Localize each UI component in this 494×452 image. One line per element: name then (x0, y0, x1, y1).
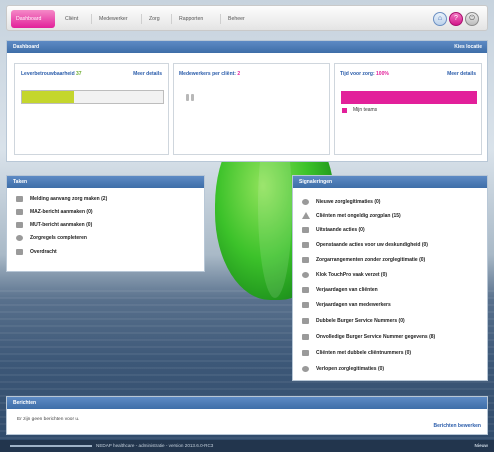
task-item[interactable]: Overdracht (7, 246, 204, 258)
signal-item[interactable]: Klok TouchPro vaak verzet (0) (293, 269, 487, 281)
task-item[interactable]: MUT-bericht aanmaken (0) (7, 219, 204, 231)
legend-swatch (342, 108, 347, 113)
id-card-icon (302, 334, 309, 340)
clock-icon (302, 272, 309, 278)
signal-item[interactable]: Verjaardagen van cliënten (293, 284, 487, 296)
leverbetrouwbaarheid-progress-fill (22, 91, 75, 103)
tijd-voor-zorg-label: Tijd voor zorg: 100% (340, 71, 389, 77)
footer-version: NEDAP healthcare - administratie - versi… (96, 443, 214, 448)
signal-item[interactable]: Openstaande acties voor uw deskundigheid… (293, 239, 487, 251)
signal-item[interactable]: Cliënten met ongeldig zorgplan (15) (293, 210, 487, 222)
tab-separator (171, 14, 172, 24)
people-icon (302, 257, 309, 263)
leverbetrouwbaarheid-widget: Leverbetrouwbaarheid 37 Meer details (14, 63, 169, 155)
berichten-bewerken-link[interactable]: Berichten bewerken (433, 423, 481, 429)
footer-bar: NEDAP healthcare - administratie - versi… (0, 440, 494, 452)
person-icon (302, 350, 309, 356)
signal-item[interactable]: Cliënten met dubbele cliëntnummers (0) (293, 347, 487, 359)
tijd-voor-zorg-progress-fill (341, 91, 477, 104)
printer-icon (16, 196, 23, 202)
tab-separator (91, 14, 92, 24)
taken-panel: Taken Melding aanvang zorg maken (2) MAZ… (6, 175, 205, 272)
taken-header: Taken (7, 176, 204, 188)
legend-label: Mijn teams (353, 107, 378, 113)
signal-item[interactable]: Zorgarrangementen zonder zorglegitimatie… (293, 254, 487, 266)
warning-icon (302, 212, 310, 219)
signal-item[interactable]: Verlopen zorglegitimaties (0) (293, 363, 487, 375)
signal-item[interactable]: Verjaardagen van medewerkers (293, 299, 487, 311)
leverbetrouwbaarheid-details-link[interactable]: Meer details (133, 71, 162, 77)
person-icon (186, 94, 189, 101)
dashboard-title: Dashboard (13, 44, 40, 50)
tijd-voor-zorg-progress-track (341, 91, 477, 104)
leverbetrouwbaarheid-label: Leverbetrouwbaarheid 37 (21, 71, 82, 77)
help-icon[interactable]: ? (449, 12, 463, 26)
tijd-voor-zorg-value: 100% (376, 71, 389, 77)
tab-client[interactable]: Cliënt (60, 10, 83, 28)
tab-separator (141, 14, 142, 24)
berichten-header: Berichten (7, 397, 487, 409)
tab-medewerker[interactable]: Medewerker (94, 10, 133, 28)
task-item[interactable]: Zorgregels completeren (7, 232, 204, 244)
tab-beheer[interactable]: Beheer (223, 10, 250, 28)
dashboard-panel: Dashboard Kies locatie Leverbetrouwbaarh… (6, 40, 488, 162)
circle-icon (16, 235, 23, 241)
circle-icon (302, 199, 309, 205)
top-nav: Dashboard Cliënt Medewerker Zorg Rapport… (6, 5, 488, 31)
signal-item[interactable]: Uitstaande acties (0) (293, 224, 487, 236)
list-icon (302, 227, 309, 233)
medewerkers-label: Medewerkers per cliënt: 2 (179, 71, 241, 77)
id-card-icon (302, 318, 309, 324)
document-icon (16, 222, 23, 228)
cake-icon (302, 302, 309, 308)
tab-zorg[interactable]: Zorg (144, 10, 165, 28)
leverbetrouwbaarheid-value: 37 (76, 71, 82, 77)
footer-nieuw-link[interactable]: Nieuw (474, 440, 488, 452)
signaleringen-panel: Signaleringen Nieuwe zorglegitimaties (0… (292, 175, 488, 381)
cake-icon (302, 287, 309, 293)
tab-dashboard[interactable]: Dashboard (11, 10, 55, 28)
nedap-logo-icon (10, 445, 92, 447)
tab-rapporten[interactable]: Rapporten (174, 10, 208, 28)
leverbetrouwbaarheid-progress-track (21, 90, 164, 104)
signal-item[interactable]: Nieuwe zorglegitimaties (0) (293, 196, 487, 208)
signal-item[interactable]: Onvolledige Burger Service Nummer gegeve… (293, 331, 487, 343)
signal-item[interactable]: Dubbele Burger Service Nummers (0) (293, 315, 487, 327)
task-item[interactable]: MAZ-bericht aanmaken (0) (7, 206, 204, 218)
signaleringen-header: Signaleringen (293, 176, 487, 188)
medewerkers-widget: Medewerkers per cliënt: 2 (173, 63, 330, 155)
document-icon (16, 209, 23, 215)
berichten-panel: Berichten Er zijn geen berichten voor u.… (6, 396, 488, 435)
tijd-voor-zorg-details-link[interactable]: Meer details (447, 71, 476, 77)
dashboard-header: Dashboard Kies locatie (7, 41, 487, 53)
task-item[interactable]: Melding aanvang zorg maken (2) (7, 193, 204, 205)
list-icon (302, 242, 309, 248)
berichten-empty-message: Er zijn geen berichten voor u. (17, 417, 80, 422)
kies-locatie-link[interactable]: Kies locatie (454, 41, 482, 53)
medewerkers-value: 2 (237, 71, 241, 77)
home-icon[interactable]: ⌂ (433, 12, 447, 26)
tijd-voor-zorg-widget: Tijd voor zorg: 100% Meer details Mijn t… (334, 63, 482, 155)
power-icon[interactable]: ⏻ (465, 12, 479, 26)
circle-icon (302, 366, 309, 372)
tab-separator (220, 14, 221, 24)
list-icon (16, 249, 23, 255)
person-icon (191, 94, 194, 101)
